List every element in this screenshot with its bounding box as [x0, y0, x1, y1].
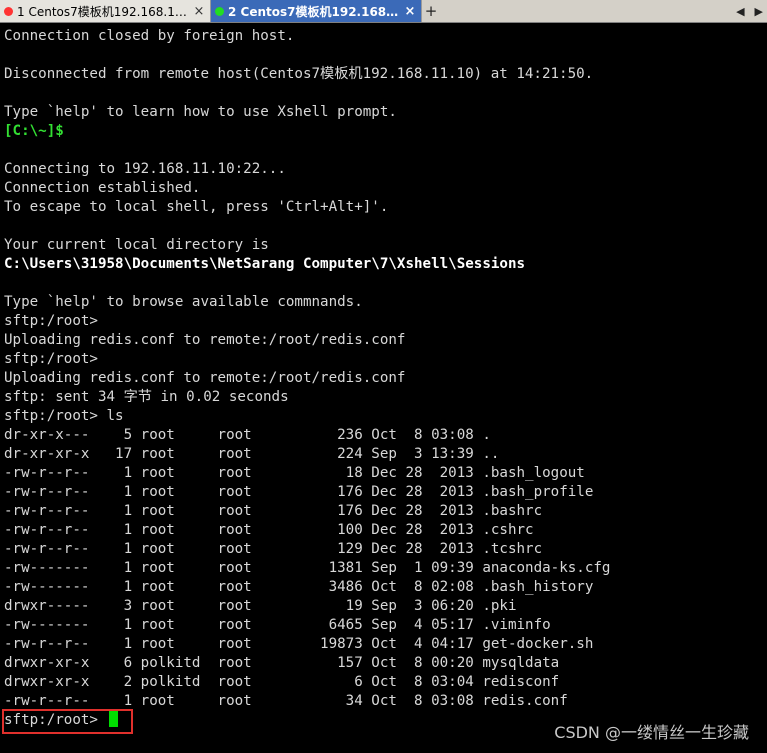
- terminal-line: sftp:/root> ls: [4, 408, 124, 424]
- terminal-line: Uploading redis.conf to remote:/root/red…: [4, 332, 406, 348]
- terminal-line: Connection closed by foreign host.: [4, 28, 295, 44]
- terminal-line: sftp:/root>: [4, 313, 98, 329]
- terminal-line: Disconnected from remote host(Centos7模板机…: [4, 66, 594, 82]
- prev-tab-icon[interactable]: ◀: [736, 5, 744, 18]
- prompt-text: sftp:/root>: [4, 712, 107, 728]
- terminal-line: drwxr-xr-x 6 polkitd root 157 Oct 8 00:2…: [4, 655, 560, 671]
- terminal-line: Uploading redis.conf to remote:/root/red…: [4, 370, 406, 386]
- terminal-line: drwxr----- 3 root root 19 Sep 3 06:20 .p…: [4, 598, 517, 614]
- cursor-icon: [108, 711, 118, 727]
- terminal-line: -rw-r--r-- 1 root root 176 Dec 28 2013 .…: [4, 484, 594, 500]
- tab-session-1-close-icon[interactable]: ×: [192, 4, 206, 19]
- terminal-line: Connecting to 192.168.11.10:22...: [4, 161, 286, 177]
- terminal-line: -rw-r--r-- 1 root root 129 Dec 28 2013 .…: [4, 541, 543, 557]
- status-dot-icon: [215, 6, 224, 16]
- status-dot-icon: [4, 6, 13, 16]
- tab-session-2-label: 2 Centos7模板机192.168.11.10: [228, 4, 399, 19]
- terminal-line: -rw-r--r-- 1 root root 176 Dec 28 2013 .…: [4, 503, 543, 519]
- terminal-line: [C:\~]$: [4, 123, 64, 139]
- terminal-line: -rw-r--r-- 1 root root 18 Dec 28 2013 .b…: [4, 465, 585, 481]
- terminal-line: drwxr-xr-x 2 polkitd root 6 Oct 8 03:04 …: [4, 674, 560, 690]
- tab-session-1[interactable]: 1 Centos7模板机192.168.11.10 ×: [0, 0, 211, 22]
- terminal-line: Type `help' to browse available commnand…: [4, 294, 363, 310]
- terminal-line: Connection established.: [4, 180, 201, 196]
- terminal-line: -rw-r--r-- 1 root root 19873 Oct 4 04:17…: [4, 636, 594, 652]
- add-tab-button[interactable]: +: [422, 0, 440, 22]
- next-tab-icon[interactable]: ▶: [755, 5, 763, 18]
- tab-session-2[interactable]: 2 Centos7模板机192.168.11.10 ×: [211, 0, 422, 22]
- terminal-line: sftp: sent 34 字节 in 0.02 seconds: [4, 389, 289, 405]
- terminal-line: -rw-r--r-- 1 root root 34 Oct 8 03:08 re…: [4, 693, 568, 709]
- watermark: CSDN @一缕情丝一生珍藏: [554, 723, 749, 742]
- terminal-line: C:\Users\31958\Documents\NetSarang Compu…: [4, 256, 526, 272]
- tab-bar: 1 Centos7模板机192.168.11.10 × 2 Centos7模板机…: [0, 0, 767, 23]
- terminal-line: -rw-r--r-- 1 root root 100 Dec 28 2013 .…: [4, 522, 534, 538]
- terminal-line: dr-xr-xr-x 17 root root 224 Sep 3 13:39 …: [4, 446, 500, 462]
- terminal-line: -rw------- 1 root root 6465 Sep 4 05:17 …: [4, 617, 551, 633]
- tab-session-2-close-icon[interactable]: ×: [403, 4, 417, 19]
- terminal-line: To escape to local shell, press 'Ctrl+Al…: [4, 199, 389, 215]
- tab-nav: ◀ ▶: [736, 0, 767, 22]
- terminal-line: -rw------- 1 root root 1381 Sep 1 09:39 …: [4, 560, 611, 576]
- terminal-output[interactable]: Connection closed by foreign host. Discon…: [4, 27, 767, 730]
- terminal-line: sftp:/root>: [4, 351, 98, 367]
- terminal-line: dr-xr-x--- 5 root root 236 Oct 8 03:08 .: [4, 427, 491, 443]
- terminal-line: Type `help' to learn how to use Xshell p…: [4, 104, 397, 120]
- terminal-line: -rw------- 1 root root 3486 Oct 8 02:08 …: [4, 579, 594, 595]
- terminal-line: Your current local directory is: [4, 237, 269, 253]
- tab-session-1-label: 1 Centos7模板机192.168.11.10: [17, 4, 188, 19]
